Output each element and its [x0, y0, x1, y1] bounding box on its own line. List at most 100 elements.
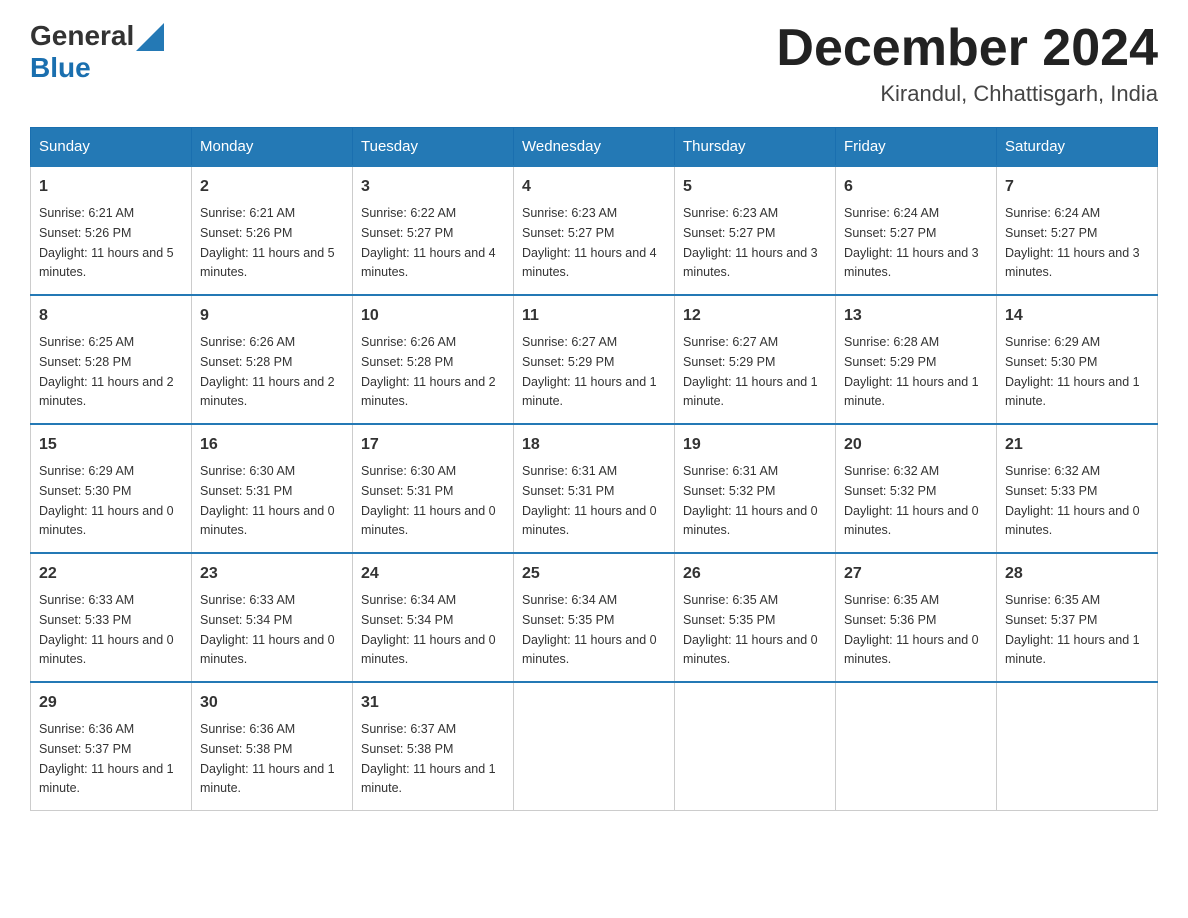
- day-number: 22: [39, 562, 183, 586]
- logo-triangle-icon: [136, 23, 164, 51]
- calendar-cell: 31 Sunrise: 6:37 AMSunset: 5:38 PMDaylig…: [353, 682, 514, 811]
- calendar-cell: 23 Sunrise: 6:33 AMSunset: 5:34 PMDaylig…: [192, 553, 353, 682]
- day-number: 13: [844, 304, 988, 328]
- weekday-thursday: Thursday: [675, 128, 836, 167]
- day-number: 21: [1005, 433, 1149, 457]
- calendar-cell: 9 Sunrise: 6:26 AMSunset: 5:28 PMDayligh…: [192, 295, 353, 424]
- day-number: 30: [200, 691, 344, 715]
- day-info: Sunrise: 6:35 AMSunset: 5:35 PMDaylight:…: [683, 593, 818, 666]
- day-info: Sunrise: 6:26 AMSunset: 5:28 PMDaylight:…: [361, 335, 496, 408]
- day-info: Sunrise: 6:34 AMSunset: 5:34 PMDaylight:…: [361, 593, 496, 666]
- calendar-cell: 14 Sunrise: 6:29 AMSunset: 5:30 PMDaylig…: [997, 295, 1158, 424]
- day-number: 17: [361, 433, 505, 457]
- day-info: Sunrise: 6:37 AMSunset: 5:38 PMDaylight:…: [361, 722, 496, 795]
- day-number: 9: [200, 304, 344, 328]
- day-info: Sunrise: 6:25 AMSunset: 5:28 PMDaylight:…: [39, 335, 174, 408]
- day-number: 19: [683, 433, 827, 457]
- day-info: Sunrise: 6:30 AMSunset: 5:31 PMDaylight:…: [361, 464, 496, 537]
- day-number: 1: [39, 175, 183, 199]
- calendar-table: SundayMondayTuesdayWednesdayThursdayFrid…: [30, 127, 1158, 811]
- day-number: 11: [522, 304, 666, 328]
- day-info: Sunrise: 6:29 AMSunset: 5:30 PMDaylight:…: [1005, 335, 1140, 408]
- calendar-cell: 30 Sunrise: 6:36 AMSunset: 5:38 PMDaylig…: [192, 682, 353, 811]
- calendar-cell: 22 Sunrise: 6:33 AMSunset: 5:33 PMDaylig…: [31, 553, 192, 682]
- day-info: Sunrise: 6:28 AMSunset: 5:29 PMDaylight:…: [844, 335, 979, 408]
- calendar-cell: 5 Sunrise: 6:23 AMSunset: 5:27 PMDayligh…: [675, 166, 836, 295]
- day-number: 5: [683, 175, 827, 199]
- logo: General Blue: [30, 20, 164, 84]
- day-info: Sunrise: 6:30 AMSunset: 5:31 PMDaylight:…: [200, 464, 335, 537]
- day-number: 6: [844, 175, 988, 199]
- calendar-cell: 2 Sunrise: 6:21 AMSunset: 5:26 PMDayligh…: [192, 166, 353, 295]
- calendar-cell: 3 Sunrise: 6:22 AMSunset: 5:27 PMDayligh…: [353, 166, 514, 295]
- calendar-cell: 21 Sunrise: 6:32 AMSunset: 5:33 PMDaylig…: [997, 424, 1158, 553]
- logo-blue-text: Blue: [30, 52, 91, 84]
- calendar-cell: 15 Sunrise: 6:29 AMSunset: 5:30 PMDaylig…: [31, 424, 192, 553]
- week-row-4: 22 Sunrise: 6:33 AMSunset: 5:33 PMDaylig…: [31, 553, 1158, 682]
- day-number: 31: [361, 691, 505, 715]
- day-info: Sunrise: 6:21 AMSunset: 5:26 PMDaylight:…: [39, 206, 174, 279]
- calendar-cell: 16 Sunrise: 6:30 AMSunset: 5:31 PMDaylig…: [192, 424, 353, 553]
- calendar-cell: 17 Sunrise: 6:30 AMSunset: 5:31 PMDaylig…: [353, 424, 514, 553]
- day-info: Sunrise: 6:27 AMSunset: 5:29 PMDaylight:…: [683, 335, 818, 408]
- calendar-cell: 8 Sunrise: 6:25 AMSunset: 5:28 PMDayligh…: [31, 295, 192, 424]
- calendar-cell: [836, 682, 997, 811]
- day-number: 4: [522, 175, 666, 199]
- day-info: Sunrise: 6:33 AMSunset: 5:34 PMDaylight:…: [200, 593, 335, 666]
- weekday-wednesday: Wednesday: [514, 128, 675, 167]
- day-number: 15: [39, 433, 183, 457]
- day-info: Sunrise: 6:29 AMSunset: 5:30 PMDaylight:…: [39, 464, 174, 537]
- weekday-monday: Monday: [192, 128, 353, 167]
- day-number: 12: [683, 304, 827, 328]
- calendar-cell: [997, 682, 1158, 811]
- week-row-3: 15 Sunrise: 6:29 AMSunset: 5:30 PMDaylig…: [31, 424, 1158, 553]
- day-number: 27: [844, 562, 988, 586]
- calendar-cell: [514, 682, 675, 811]
- day-number: 28: [1005, 562, 1149, 586]
- day-info: Sunrise: 6:31 AMSunset: 5:32 PMDaylight:…: [683, 464, 818, 537]
- day-info: Sunrise: 6:31 AMSunset: 5:31 PMDaylight:…: [522, 464, 657, 537]
- calendar-cell: 20 Sunrise: 6:32 AMSunset: 5:32 PMDaylig…: [836, 424, 997, 553]
- day-info: Sunrise: 6:36 AMSunset: 5:38 PMDaylight:…: [200, 722, 335, 795]
- day-number: 23: [200, 562, 344, 586]
- day-info: Sunrise: 6:23 AMSunset: 5:27 PMDaylight:…: [683, 206, 818, 279]
- calendar-cell: 28 Sunrise: 6:35 AMSunset: 5:37 PMDaylig…: [997, 553, 1158, 682]
- weekday-sunday: Sunday: [31, 128, 192, 167]
- day-info: Sunrise: 6:36 AMSunset: 5:37 PMDaylight:…: [39, 722, 174, 795]
- weekday-friday: Friday: [836, 128, 997, 167]
- day-number: 3: [361, 175, 505, 199]
- calendar-cell: 1 Sunrise: 6:21 AMSunset: 5:26 PMDayligh…: [31, 166, 192, 295]
- page-header: General Blue December 2024 Kirandul, Chh…: [30, 20, 1158, 107]
- day-number: 20: [844, 433, 988, 457]
- day-number: 16: [200, 433, 344, 457]
- day-info: Sunrise: 6:24 AMSunset: 5:27 PMDaylight:…: [1005, 206, 1140, 279]
- week-row-5: 29 Sunrise: 6:36 AMSunset: 5:37 PMDaylig…: [31, 682, 1158, 811]
- calendar-cell: 24 Sunrise: 6:34 AMSunset: 5:34 PMDaylig…: [353, 553, 514, 682]
- weekday-saturday: Saturday: [997, 128, 1158, 167]
- day-info: Sunrise: 6:35 AMSunset: 5:37 PMDaylight:…: [1005, 593, 1140, 666]
- calendar-cell: 13 Sunrise: 6:28 AMSunset: 5:29 PMDaylig…: [836, 295, 997, 424]
- day-number: 14: [1005, 304, 1149, 328]
- calendar-cell: 6 Sunrise: 6:24 AMSunset: 5:27 PMDayligh…: [836, 166, 997, 295]
- month-title: December 2024: [776, 20, 1158, 77]
- calendar-cell: 10 Sunrise: 6:26 AMSunset: 5:28 PMDaylig…: [353, 295, 514, 424]
- calendar-cell: [675, 682, 836, 811]
- calendar-cell: 7 Sunrise: 6:24 AMSunset: 5:27 PMDayligh…: [997, 166, 1158, 295]
- calendar-cell: 27 Sunrise: 6:35 AMSunset: 5:36 PMDaylig…: [836, 553, 997, 682]
- day-number: 7: [1005, 175, 1149, 199]
- day-number: 2: [200, 175, 344, 199]
- day-info: Sunrise: 6:27 AMSunset: 5:29 PMDaylight:…: [522, 335, 657, 408]
- calendar-cell: 26 Sunrise: 6:35 AMSunset: 5:35 PMDaylig…: [675, 553, 836, 682]
- logo-general-text: General: [30, 20, 134, 52]
- calendar-cell: 12 Sunrise: 6:27 AMSunset: 5:29 PMDaylig…: [675, 295, 836, 424]
- day-number: 26: [683, 562, 827, 586]
- calendar-cell: 18 Sunrise: 6:31 AMSunset: 5:31 PMDaylig…: [514, 424, 675, 553]
- day-info: Sunrise: 6:33 AMSunset: 5:33 PMDaylight:…: [39, 593, 174, 666]
- title-section: December 2024 Kirandul, Chhattisgarh, In…: [776, 20, 1158, 107]
- weekday-header-row: SundayMondayTuesdayWednesdayThursdayFrid…: [31, 128, 1158, 167]
- day-info: Sunrise: 6:32 AMSunset: 5:32 PMDaylight:…: [844, 464, 979, 537]
- day-info: Sunrise: 6:21 AMSunset: 5:26 PMDaylight:…: [200, 206, 335, 279]
- calendar-cell: 19 Sunrise: 6:31 AMSunset: 5:32 PMDaylig…: [675, 424, 836, 553]
- day-info: Sunrise: 6:26 AMSunset: 5:28 PMDaylight:…: [200, 335, 335, 408]
- location-subtitle: Kirandul, Chhattisgarh, India: [776, 81, 1158, 107]
